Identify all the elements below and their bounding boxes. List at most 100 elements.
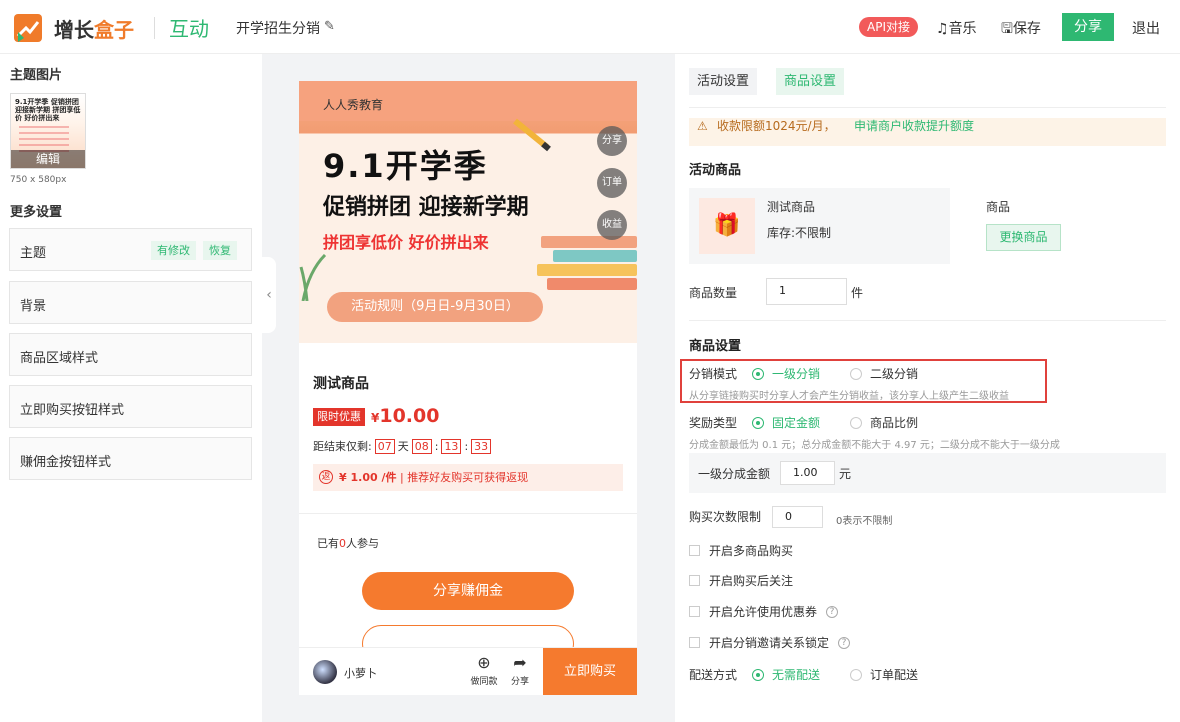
user-name: 小萝卜	[344, 667, 377, 680]
module-title: 互动	[169, 17, 209, 41]
modified-tag: 有修改	[151, 241, 196, 260]
setting-label: 商品区域样式	[20, 351, 99, 366]
page-title: 开学招生分销	[236, 21, 320, 37]
countdown: 距结束仅剩: 07 天 08: 13: 33	[313, 438, 492, 454]
radio-no-delivery[interactable]: 无需配送	[752, 666, 820, 683]
banner-tagline: 拼团享低价 好价拼出来	[323, 233, 489, 252]
radio-fixed-amount[interactable]: 固定金额	[752, 414, 820, 431]
divider	[689, 107, 1166, 108]
thumbnail-edit-button[interactable]: 编辑	[11, 150, 85, 168]
product-label: 商品	[986, 200, 1011, 214]
thumbnail-text: 9.1开学季 促销拼团 迎接新学期 拼团享低价 好价拼出来	[15, 98, 81, 122]
banner-org: 人人秀教育	[323, 98, 384, 112]
gift-icon: 🎁	[699, 198, 755, 254]
thumbnail-size: 750 x 580px	[10, 175, 67, 185]
avatar	[313, 660, 337, 684]
checkbox[interactable]	[689, 575, 700, 586]
quantity-unit: 件	[851, 286, 864, 300]
option-lock-relation[interactable]: 开启分销邀请关系锁定?	[689, 634, 851, 651]
music-button[interactable]: ♫音乐	[936, 18, 977, 38]
reward-type-label: 奖励类型	[689, 416, 738, 430]
setting-label: 背景	[20, 299, 47, 314]
divider	[299, 513, 637, 514]
bottom-bar: 小萝卜 ⊕ 做同款 ➦ 分享 立即购买	[299, 647, 637, 695]
product-stock: 库存:不限制	[767, 226, 832, 240]
banner: 人人秀教育 9.1开学季 促销拼团 迎接新学期 拼团享低价 好价拼出来 活动规则…	[299, 81, 637, 343]
thumbnail-decoration	[19, 126, 69, 152]
notice-icon: ⚠	[697, 119, 708, 133]
plant-icon	[299, 253, 327, 301]
banner-subtitle: 促销拼团 迎接新学期	[323, 195, 529, 220]
exit-button[interactable]: 退出	[1132, 18, 1160, 38]
same-style-button[interactable]: ⊕ 做同款	[464, 653, 504, 688]
pencil-icon	[513, 118, 551, 152]
share-icon-button[interactable]: ➦ 分享	[500, 653, 540, 688]
rebate-banner: 返 ¥ 1.00 /件 | 推荐好友购买可获得返现	[313, 464, 623, 491]
books-illustration	[533, 236, 637, 296]
banner-headline: 9.1开学季	[323, 147, 488, 185]
option-allow-coupon[interactable]: 开启允许使用优惠券?	[689, 603, 839, 620]
level1-amount-input[interactable]: 1.00	[780, 461, 835, 485]
share-arrow-icon: ➦	[513, 653, 527, 672]
more-settings-title: 更多设置	[10, 205, 63, 220]
change-product-button[interactable]: 更换商品	[986, 224, 1061, 251]
help-icon[interactable]: ?	[826, 605, 839, 618]
option-follow-after-buy[interactable]: 开启购买后关注	[689, 572, 793, 589]
plus-circle-icon: ⊕	[477, 653, 491, 672]
share-button[interactable]: 分享	[1062, 13, 1114, 41]
collapse-panel-button[interactable]: ‹	[262, 257, 276, 333]
buy-now-button[interactable]: 立即购买	[543, 648, 637, 695]
music-icon: ♫	[936, 21, 949, 37]
quantity-input[interactable]: 1	[766, 278, 847, 305]
rebate-icon: 返	[319, 470, 333, 484]
rules-button[interactable]: 活动规则（9月日-9月30日）	[327, 292, 543, 322]
brand-name: 增长盒子	[54, 18, 134, 42]
chevron-left-icon: ‹	[266, 287, 272, 303]
save-icon: 🖫	[1001, 21, 1013, 37]
setting-label: 立即购买按钮样式	[20, 403, 125, 418]
top-bar: 增长盒子 互动 开学招生分销 ✎ API对接 ♫音乐 🖫保存 分享 退出	[0, 0, 1180, 54]
setting-row-product-area[interactable]: 商品区域样式	[9, 333, 252, 376]
apply-limit-link[interactable]: 申请商户收款提升额度	[854, 119, 974, 133]
radio-order-delivery[interactable]: 订单配送	[850, 666, 918, 683]
product-settings-title: 商品设置	[689, 339, 742, 354]
radio-product-ratio[interactable]: 商品比例	[850, 414, 918, 431]
purchase-limit-input[interactable]: 0	[772, 506, 823, 528]
restore-button[interactable]: 恢复	[203, 241, 237, 260]
level1-amount-unit: 元	[839, 467, 852, 481]
delivery-label: 配送方式	[689, 668, 738, 682]
distribution-mode-highlight	[680, 359, 1047, 403]
divider	[689, 320, 1166, 321]
tab-product-settings[interactable]: 商品设置	[776, 68, 845, 95]
checkbox[interactable]	[689, 545, 700, 556]
product-card: 🎁 测试商品 库存:不限制	[689, 188, 950, 264]
edit-title-icon[interactable]: ✎	[324, 19, 335, 34]
save-button[interactable]: 🖫保存	[1001, 18, 1041, 42]
setting-label: 赚佣金按钮样式	[20, 455, 112, 470]
help-icon[interactable]: ?	[838, 636, 851, 649]
setting-label: 主题	[20, 246, 47, 261]
quantity-label: 商品数量	[689, 286, 738, 300]
level1-amount-block: 一级分成金额 1.00 元	[689, 453, 1166, 493]
limited-offer-tag: 限时优惠	[313, 408, 365, 426]
fab-share[interactable]: 分享	[597, 126, 627, 156]
product-title: 测试商品	[313, 376, 369, 392]
setting-row-buy-button[interactable]: 立即购买按钮样式	[9, 385, 252, 428]
setting-row-background[interactable]: 背景	[9, 281, 252, 324]
share-earn-button[interactable]: 分享赚佣金	[362, 572, 574, 610]
product-price: ¥10.00	[371, 405, 440, 427]
checkbox[interactable]	[689, 637, 700, 648]
api-badge[interactable]: API对接	[859, 17, 918, 37]
fab-order[interactable]: 订单	[597, 168, 627, 198]
fab-income[interactable]: 收益	[597, 210, 627, 240]
tab-activity-settings[interactable]: 活动设置	[689, 68, 758, 95]
divider	[154, 17, 155, 39]
purchase-limit-hint: 0表示不限制	[836, 516, 893, 527]
checkbox[interactable]	[689, 606, 700, 617]
theme-image-thumbnail[interactable]: 9.1开学季 促销拼团 迎接新学期 拼团享低价 好价拼出来 编辑	[10, 93, 86, 169]
setting-row-commission-button[interactable]: 赚佣金按钮样式	[9, 437, 252, 480]
option-multi-product[interactable]: 开启多商品购买	[689, 542, 793, 559]
reward-hint: 分成金额最低为 0.1 元；总分成金额不能大于 4.97 元；二级分成不能大于一…	[689, 440, 1060, 451]
setting-row-theme[interactable]: 主题 有修改 恢复	[9, 228, 252, 271]
limit-notice: ⚠ 收款限额1024元/月， 申请商户收款提升额度	[689, 118, 1166, 146]
